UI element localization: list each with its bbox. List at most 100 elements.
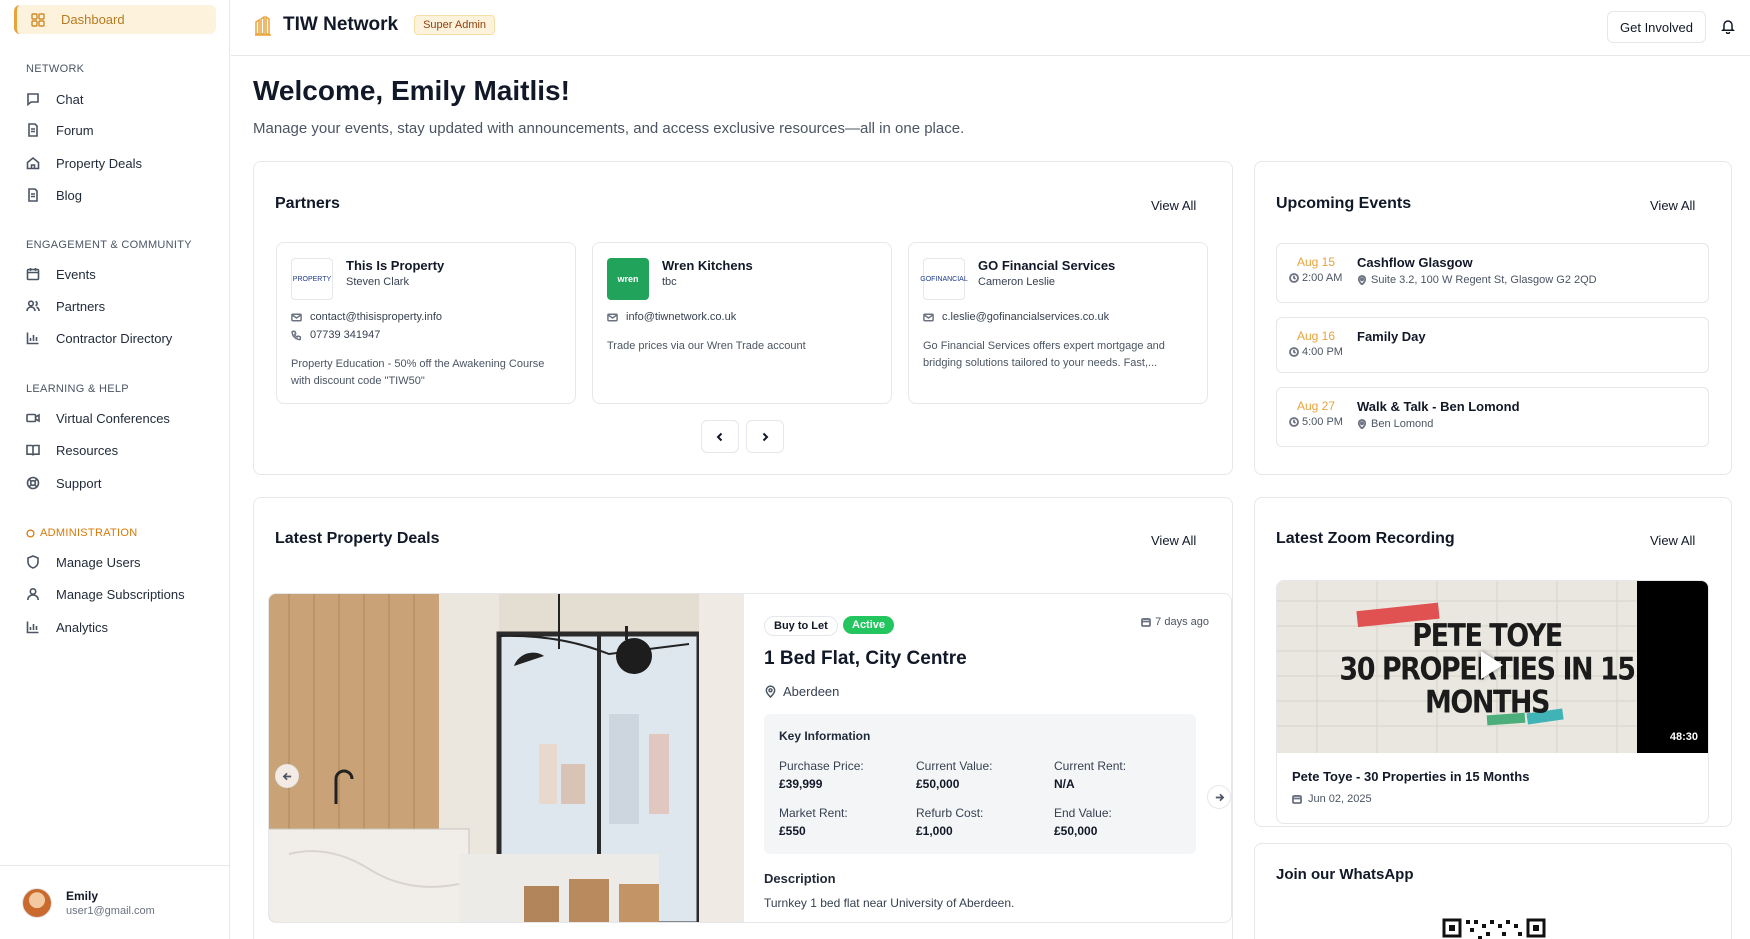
sidebar-item-analytics[interactable]: Analytics (26, 616, 216, 638)
event-item[interactable]: Aug 27 5:00 PM Walk & Talk - Ben Lomond … (1276, 387, 1709, 447)
partner-card[interactable]: wren Wren Kitchens tbc info@tiwnetwork.c… (592, 242, 892, 404)
partner-card[interactable]: PROPERTY This Is Property Steven Clark c… (276, 242, 576, 404)
key-info-item: Refurb Cost: £1,000 (916, 806, 1046, 838)
event-location: Suite 3.2, 100 W Regent St, Glasgow G2 2… (1371, 274, 1597, 286)
play-icon[interactable] (1481, 651, 1503, 679)
recording-date: Jun 02, 2025 (1308, 793, 1372, 805)
sidebar-item-label: Contractor Directory (56, 330, 173, 346)
event-location-row: Ben Lomond (1357, 418, 1433, 430)
partner-logo: wren (607, 258, 649, 300)
property-deals-view-all-button[interactable]: View All (1151, 533, 1196, 548)
event-item[interactable]: Aug 16 4:00 PM Family Day (1276, 317, 1709, 373)
bell-icon[interactable] (1720, 18, 1736, 34)
partner-email: info@tiwnetwork.co.uk (626, 311, 737, 323)
deal-posted-row: 7 days ago (1141, 616, 1209, 628)
partners-card: Partners View All PROPERTY This Is Prope… (253, 161, 1233, 475)
page-title: Welcome, Emily Maitlis! (253, 75, 570, 106)
partner-name: Wren Kitchens (662, 258, 753, 273)
deal-status-badge: Active (843, 616, 895, 634)
thumbnail-side-panel (1637, 581, 1708, 753)
calendar-icon (26, 268, 40, 281)
partner-email-row[interactable]: info@tiwnetwork.co.uk (607, 311, 736, 323)
key-info-item: Current Rent: N/A (1054, 759, 1184, 791)
partner-email-row[interactable]: c.leslie@gofinancialservices.co.uk (923, 311, 1109, 323)
key-info-label: Refurb Cost: (916, 806, 984, 820)
event-time-row: 4:00 PM (1289, 346, 1343, 358)
sidebar-item-dashboard[interactable]: Dashboard (14, 5, 216, 34)
book-icon (26, 444, 40, 456)
get-involved-button[interactable]: Get Involved (1607, 11, 1706, 43)
key-info-label: Current Rent: (1054, 759, 1127, 773)
avatar (22, 887, 52, 918)
section-label-text: ADMINISTRATION (40, 527, 138, 539)
key-info-label: Market Rent: (779, 806, 848, 820)
description-text: Turnkey 1 bed flat near University of Ab… (764, 896, 1015, 910)
partner-contact: Steven Clark (346, 276, 409, 288)
sidebar-item-label: Analytics (56, 619, 109, 635)
sidebar-item-chat[interactable]: Chat (26, 88, 216, 110)
partners-next-button[interactable] (746, 420, 784, 453)
key-info-label: Current Value: (916, 759, 993, 773)
sidebar-item-resources[interactable]: Resources (26, 439, 216, 461)
property-deal-item[interactable]: Buy to Let Active 7 days ago 1 Bed Flat,… (268, 593, 1232, 923)
key-info-value: £39,999 (779, 777, 823, 791)
key-info-label: End Value: (1054, 806, 1112, 820)
event-date: Aug 15 (1297, 255, 1336, 269)
zoom-view-all-button[interactable]: View All (1650, 533, 1695, 548)
event-time-row: 2:00 AM (1289, 272, 1342, 284)
partner-email-row[interactable]: contact@thisisproperty.info (291, 311, 442, 323)
sidebar-item-support[interactable]: Support (26, 472, 216, 494)
brand[interactable]: TIW Network Super Admin (253, 14, 496, 36)
sidebar-item-label: Dashboard (61, 12, 125, 27)
section-label-network: NETWORK (26, 63, 85, 75)
sidebar-item-contractor-directory[interactable]: Contractor Directory (26, 327, 216, 349)
recording-date-row: Jun 02, 2025 (1292, 793, 1372, 805)
sidebar-item-events[interactable]: Events (26, 263, 216, 285)
sidebar-item-partners[interactable]: Partners (26, 295, 216, 317)
partner-logo-text: wren (617, 274, 639, 284)
calendar-icon (1141, 618, 1152, 627)
event-title: Cashflow Glasgow (1357, 255, 1473, 270)
sidebar-item-virtual-conferences[interactable]: Virtual Conferences (26, 407, 216, 429)
document-icon (28, 188, 38, 202)
user-profile[interactable]: Emily user1@gmail.com (0, 865, 230, 939)
event-time-row: 5:00 PM (1289, 416, 1343, 428)
sidebar-item-label: Manage Users (56, 554, 141, 570)
partner-contact: tbc (662, 276, 677, 288)
clock-icon (1289, 347, 1299, 357)
qr-code-icon[interactable] (1442, 916, 1546, 939)
partner-email: c.leslie@gofinancialservices.co.uk (942, 311, 1110, 323)
sidebar-item-blog[interactable]: Blog (26, 184, 216, 206)
deal-location: Aberdeen (783, 684, 840, 699)
sidebar-item-label: Manage Subscriptions (56, 586, 185, 602)
events-view-all-button[interactable]: View All (1650, 198, 1695, 213)
partners-view-all-button[interactable]: View All (1151, 198, 1196, 213)
partner-phone-row[interactable]: 07739 341947 (291, 329, 380, 341)
events-card: Upcoming Events View All Aug 15 2:00 AM … (1254, 161, 1732, 475)
zoom-recording-item[interactable]: PETE TOYE 30 PROPERTIES IN 15 MONTHS 48:… (1276, 580, 1709, 824)
lifebuoy-icon (26, 476, 40, 490)
key-information-box: Key Information Purchase Price: £39,999 … (764, 714, 1196, 854)
sidebar: Dashboard NETWORK Chat Forum Property De… (0, 0, 230, 939)
deal-next-button[interactable] (1207, 785, 1231, 809)
sidebar-item-property-deals[interactable]: Property Deals (26, 152, 216, 174)
kitchen-photo-illustration (269, 594, 744, 922)
deal-title: 1 Bed Flat, City Centre (764, 648, 967, 669)
property-deals-title: Latest Property Deals (275, 530, 440, 547)
video-thumbnail[interactable]: PETE TOYE 30 PROPERTIES IN 15 MONTHS 48:… (1277, 581, 1708, 753)
key-info-value: £1,000 (916, 824, 953, 838)
key-info-value: £50,000 (916, 777, 960, 791)
sidebar-item-manage-subscriptions[interactable]: Manage Subscriptions (26, 583, 216, 605)
photo-prev-button[interactable] (275, 764, 299, 788)
bar-chart-icon (26, 621, 39, 634)
event-item[interactable]: Aug 15 2:00 AM Cashflow Glasgow Suite 3.… (1276, 243, 1709, 303)
event-location-row: Suite 3.2, 100 W Regent St, Glasgow G2 2… (1357, 274, 1597, 286)
bar-chart-icon (26, 332, 39, 345)
key-info-item: End Value: £50,000 (1054, 806, 1184, 838)
partners-prev-button[interactable] (701, 420, 739, 453)
event-title: Family Day (1357, 329, 1426, 344)
deal-location-row: Aberdeen (764, 684, 839, 699)
sidebar-item-manage-users[interactable]: Manage Users (26, 551, 216, 573)
partner-card[interactable]: GOFINANCIAL GO Financial Services Camero… (908, 242, 1208, 404)
sidebar-item-forum[interactable]: Forum (26, 119, 216, 141)
